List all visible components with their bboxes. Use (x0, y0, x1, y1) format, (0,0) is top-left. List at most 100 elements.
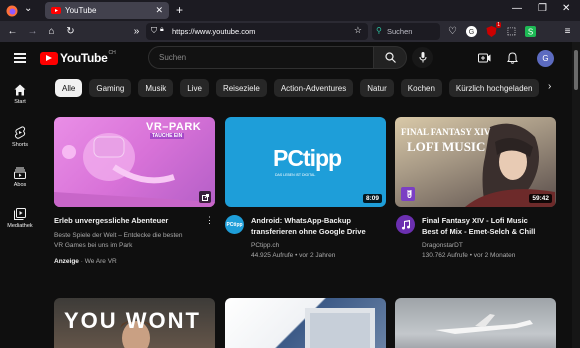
search-button[interactable] (373, 46, 407, 69)
account-avatar[interactable]: G (537, 50, 554, 67)
close-window-button[interactable]: ✕ (562, 3, 570, 14)
bookmark-star-icon[interactable]: ☆ (354, 25, 362, 36)
menu-icon[interactable]: ≡ (561, 25, 574, 38)
thumb-tauche-ein-text: TAUCHE EIN (150, 133, 185, 139)
music-note-icon (401, 187, 415, 201)
youtube-logo[interactable]: YouTube CH (40, 50, 116, 65)
video-title-ff14-line2[interactable]: Best of Mix - Emet-Selch & Chill (422, 227, 535, 237)
voice-search-button[interactable] (412, 47, 433, 68)
search-engine-icon: ⚲ (376, 26, 382, 35)
forward-icon[interactable]: → (26, 25, 39, 38)
notification-count: 1 (496, 22, 501, 28)
extension-g-icon[interactable]: G (465, 25, 478, 38)
video-title-pctipp-line2[interactable]: transferieren ohne Google Drive (251, 227, 366, 237)
lock-icon[interactable]: 🔒︎ (160, 26, 164, 34)
video-stats-ff14: 130.762 Aufrufe • vor 2 Monaten (422, 252, 516, 259)
chip-reiseziele[interactable]: Reiseziele (215, 79, 267, 97)
channel-avatar-text: PCtipp (226, 221, 243, 228)
video-title-pctipp-line1[interactable]: Android: WhatsApp-Backup (251, 216, 351, 226)
shield-icon[interactable]: ⛉ (151, 26, 157, 36)
browser-search-field[interactable]: ⚲ Suchen (372, 23, 440, 40)
guide-label-abos: Abos (13, 182, 27, 188)
guide-menu-icon[interactable] (14, 53, 26, 63)
guide-item-mediathek[interactable]: Mediathek (0, 208, 40, 229)
guide-label-start: Start (14, 99, 26, 105)
browser-tab-youtube[interactable]: YouTube ✕ (45, 2, 169, 19)
overflow-chevron-icon[interactable]: » (130, 25, 143, 38)
guide-item-abos[interactable]: Abos (0, 167, 40, 188)
scrollbar-thumb[interactable] (574, 50, 578, 90)
ad-label: Anzeige (54, 258, 79, 265)
home-icon (14, 84, 26, 96)
microphone-icon (419, 52, 426, 63)
channel-name-dragonstar[interactable]: DragonstarDT (422, 241, 463, 251)
youtube-play-icon (40, 51, 58, 65)
video-thumbnail-row2-3[interactable] (395, 298, 556, 348)
chip-kochen[interactable]: Kochen (400, 79, 442, 97)
ublock-icon[interactable]: 1 (485, 22, 501, 38)
channel-name-pctipp[interactable]: PCtipp.ch (251, 241, 279, 251)
back-icon[interactable]: ← (6, 25, 19, 38)
reload-icon[interactable]: ↻ (64, 25, 77, 38)
video-thumbnail-row2-1[interactable]: YOU WONT (54, 298, 215, 348)
ad-channel[interactable]: · We Are VR (81, 258, 117, 265)
guide-item-start[interactable]: Start (0, 84, 40, 105)
shorts-icon (14, 126, 26, 139)
ad-description-line1: Beste Spiele der Welt – Entdecke die bes… (54, 232, 183, 239)
url-bar[interactable]: ⛉ 🔒︎ https://www.youtube.com ☆ (146, 23, 368, 40)
youtube-masthead: YouTube CH Suchen G (0, 42, 572, 74)
desk-photo-illustration (305, 308, 375, 348)
thumb-vr-park-text: VR–PARK (146, 121, 202, 133)
guide-item-shorts[interactable]: Shorts (0, 126, 40, 148)
youtube-favicon-icon (51, 7, 61, 14)
search-input[interactable]: Suchen (148, 46, 373, 69)
firefox-logo-icon[interactable] (6, 5, 18, 17)
open-external-icon[interactable] (199, 191, 211, 203)
tab-title: YouTube (65, 6, 97, 15)
chip-natur[interactable]: Natur (360, 79, 394, 97)
country-code: CH (108, 50, 116, 56)
chips-next-chevron-icon[interactable]: › (548, 81, 551, 92)
tab-close-icon[interactable]: ✕ (155, 5, 163, 16)
tab-list-icon[interactable]: ⌄ (24, 3, 32, 14)
chip-kuerzlich-hochgeladen[interactable]: Kürzlich hochgeladen (448, 79, 540, 97)
youtube-logo-text: YouTube (60, 51, 108, 65)
video-duration: 59:42 (529, 194, 552, 203)
pocket-icon[interactable]: ♡ (446, 25, 459, 38)
url-text[interactable]: https://www.youtube.com (172, 27, 255, 36)
chip-action-adventures[interactable]: Action-Adventures (273, 79, 354, 97)
create-video-icon[interactable] (476, 50, 492, 66)
chip-gaming[interactable]: Gaming (89, 79, 132, 97)
chip-alle[interactable]: Alle (55, 79, 83, 97)
video-title-ff14-line1[interactable]: Final Fantasy XIV - Lofi Music (422, 216, 528, 226)
page-scrollbar[interactable] (572, 42, 580, 348)
video-menu-icon[interactable]: ⋮ (205, 215, 214, 226)
airplane-icon (435, 314, 533, 334)
thumb-you-wont-text: YOU WONT (64, 308, 201, 333)
chip-live[interactable]: Live (180, 79, 209, 97)
thumb-pctipp-logo-text: PCtipp (273, 145, 342, 171)
notifications-bell-icon[interactable] (504, 50, 520, 66)
svg-text:S: S (528, 28, 533, 37)
video-stats-pctipp: 44.925 Aufrufe • vor 2 Jahren (251, 252, 336, 259)
video-thumbnail-ad[interactable]: VR–PARK TAUCHE EIN (54, 117, 215, 207)
subscriptions-icon (14, 167, 26, 179)
video-thumbnail-row2-2[interactable] (225, 298, 386, 348)
new-tab-button[interactable]: + (176, 3, 183, 17)
browser-window: ⌄ YouTube ✕ + — ❐ ✕ ← → ⌂ ↻ » ⛉ 🔒︎ https… (0, 0, 580, 348)
video-thumbnail-pctipp[interactable]: PCtipp DAS LEBEN IST DIGITAL 8:09 (225, 117, 386, 207)
extension-s-icon[interactable]: S (524, 25, 537, 38)
channel-avatar-dragonstar[interactable] (396, 215, 415, 234)
home-download-icon[interactable]: ⌂ (45, 25, 58, 38)
thumb-ff14-title: FINAL FANTASY XIV (401, 127, 491, 137)
channel-avatar-pctipp[interactable]: PCtipp (225, 215, 244, 234)
ad-description-line2: VR Games bei uns im Park (54, 242, 133, 249)
guide-label-shorts: Shorts (12, 142, 28, 148)
minimize-button[interactable]: — (512, 3, 522, 14)
chip-musik[interactable]: Musik (138, 79, 174, 97)
container-icon[interactable]: ⬚ (505, 25, 518, 38)
video-title-ad[interactable]: Erleb unvergessliche Abenteuer (54, 216, 168, 226)
video-thumbnail-ff14[interactable]: FINAL FANTASY XIV LOFI MUSIC 59:42 (395, 117, 556, 207)
maximize-button[interactable]: ❐ (538, 3, 547, 14)
music-note-icon (401, 219, 410, 229)
